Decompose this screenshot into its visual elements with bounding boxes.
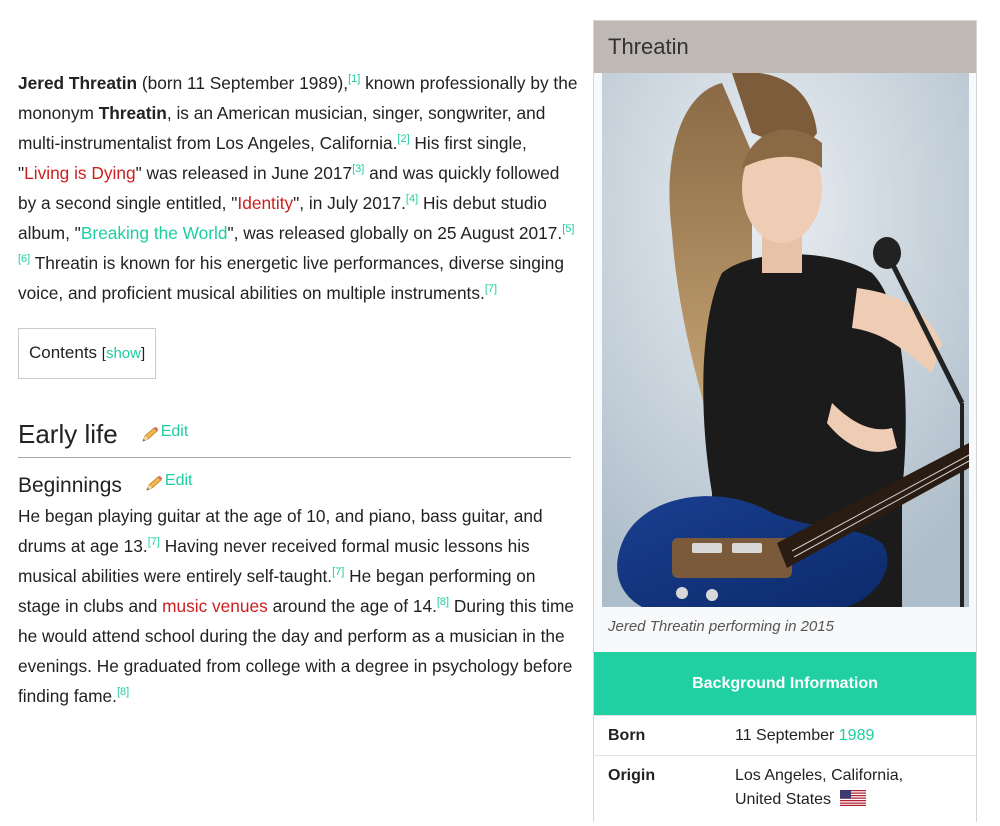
infobox-title: Threatin [594, 21, 976, 73]
citation-8[interactable]: [8] [437, 596, 449, 608]
intro-text: " was released in June 2017 [135, 163, 353, 183]
pencil-icon [140, 424, 160, 442]
citation-8[interactable]: [8] [117, 686, 129, 698]
subject-name: Jered Threatin [18, 73, 138, 93]
citation-6[interactable]: [6] [18, 253, 30, 265]
section-title: Early life [18, 419, 118, 449]
citation-7[interactable]: [7] [485, 283, 497, 295]
citation-7[interactable]: [7] [332, 566, 344, 578]
intro-text: (born 11 September 1989), [137, 73, 349, 93]
citation-1[interactable]: [1] [348, 73, 360, 85]
intro-text: ", was released globally on 25 August 20… [227, 223, 563, 243]
citation-4[interactable]: [4] [406, 193, 418, 205]
intro-paragraph: Jered Threatin (born 11 September 1989),… [18, 68, 578, 308]
intro-text: Threatin is known for his energetic live… [18, 253, 564, 303]
toc-toggle-wrap: [show] [102, 345, 145, 362]
edit-label: Edit [160, 423, 189, 440]
toc-label: Contents [29, 343, 98, 362]
toc-show-toggle[interactable]: show [106, 345, 141, 362]
subsection-title: Beginnings [18, 474, 122, 497]
table-of-contents: Contents [show] [18, 328, 157, 379]
link-music-venues[interactable]: music venues [162, 596, 268, 616]
citation-3[interactable]: [3] [352, 163, 364, 175]
us-flag-icon [839, 790, 866, 814]
section-heading-early-life: Early life Edit [18, 417, 571, 458]
infobox-row-born: Born 11 September 1989 [594, 715, 976, 756]
year-1989-link[interactable]: 1989 [839, 727, 875, 744]
mononym: Threatin [98, 103, 167, 123]
born-date: 11 September [735, 727, 839, 744]
edit-label: Edit [164, 472, 193, 489]
link-breaking-the-world[interactable]: Breaking the World [81, 223, 228, 243]
intro-text: ", in July 2017. [293, 193, 406, 213]
photo-caption: Jered Threatin performing in 2015 [608, 618, 834, 635]
citation-2[interactable]: [2] [397, 133, 409, 145]
origin-line1: Los Angeles, California, [735, 767, 904, 784]
origin-line2: United States [735, 791, 832, 808]
citation-7[interactable]: [7] [148, 536, 160, 548]
citation-5[interactable]: [5] [562, 223, 574, 235]
link-living-is-dying[interactable]: Living is Dying [24, 163, 135, 183]
link-identity[interactable]: Identity [237, 193, 293, 213]
edit-section-link[interactable]: Edit [140, 417, 189, 447]
born-label: Born [608, 727, 646, 744]
infobox: Threatin Jered Threatin performing in 20… [593, 20, 977, 826]
origin-label: Origin [608, 767, 656, 784]
article-body: Jered Threatin (born 11 September 1989),… [18, 68, 578, 711]
origin-value: Los Angeles, California, United States [735, 764, 965, 814]
pencil-icon [144, 473, 164, 491]
subsection-heading-beginnings: Beginnings Edit [18, 466, 578, 501]
edit-subsection-link[interactable]: Edit [144, 466, 193, 496]
artist-photo[interactable] [602, 73, 969, 607]
born-value: 11 September 1989 [735, 724, 965, 748]
infobox-row-origin: Origin Los Angeles, California, United S… [594, 755, 976, 826]
infobox-section-header: Background Information [594, 652, 976, 715]
toc-bracket: ] [140, 345, 146, 362]
body-text: around the age of 14. [267, 596, 437, 616]
beginnings-paragraph: He began playing guitar at the age of 10… [18, 501, 578, 711]
